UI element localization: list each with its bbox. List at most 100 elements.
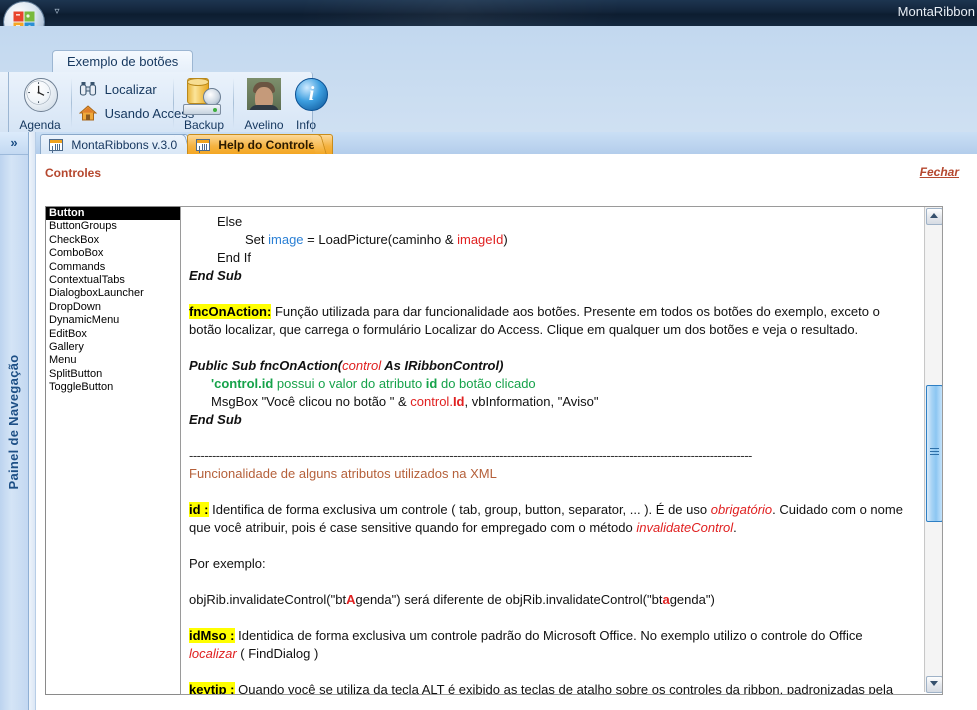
document-tab-label: MontaRibbons v.3.0 xyxy=(71,138,178,152)
form-bottom-filler xyxy=(72,700,977,710)
horizontal-divider: ----------------------------------------… xyxy=(189,448,752,463)
vertical-scrollbar[interactable] xyxy=(924,207,942,693)
document-tab-montaribbons[interactable]: MontaRibbons v.3.0 xyxy=(40,134,189,155)
emphasis-text: a xyxy=(662,592,670,607)
ribbon-button-localizar-label: Localizar xyxy=(104,82,157,97)
title-bar-sheen xyxy=(300,0,700,26)
close-link[interactable]: Fechar xyxy=(920,165,959,179)
page-title: Controles xyxy=(45,166,102,180)
paragraph-text: ( FindDialog ) xyxy=(236,646,319,661)
list-item[interactable]: ComboBox xyxy=(46,247,183,260)
code-token: Public Sub fncOnAction( xyxy=(189,358,343,373)
code-token: id xyxy=(425,376,438,391)
ribbon: Exemplo de botões Agenda Localizar Usand… xyxy=(0,26,977,151)
ribbon-separator xyxy=(71,78,72,128)
ribbon-tab-label: Exemplo de botões xyxy=(67,54,179,69)
keyword-highlight: idMso : xyxy=(189,628,235,643)
code-token: End Sub xyxy=(189,412,242,427)
paragraph-text: genda") xyxy=(669,592,715,607)
list-item[interactable]: Gallery xyxy=(46,341,183,354)
form-surface: Controles Fechar Button ButtonGroups Che… xyxy=(36,154,977,710)
code-line: Else xyxy=(189,213,913,231)
list-item[interactable]: SplitButton xyxy=(46,368,183,381)
ribbon-button-agenda-label: Agenda xyxy=(19,118,61,132)
pane-divider[interactable] xyxy=(29,132,36,710)
paragraph-por-exemplo: Por exemplo: xyxy=(189,556,266,571)
code-line: End Sub xyxy=(189,411,913,429)
application-window: MontaRibbon ▿ Exemplo de botões Agenda L… xyxy=(0,0,977,710)
ribbon-button-info-label: Info xyxy=(295,118,316,132)
list-item[interactable]: ContextualTabs xyxy=(46,274,183,287)
list-item[interactable]: Menu xyxy=(46,354,183,367)
code-token: Set xyxy=(245,232,269,247)
ribbon-separator xyxy=(173,78,174,128)
emphasis-text: invalidateControl xyxy=(636,520,734,535)
navigation-pane-label: Painel de Navegação xyxy=(6,354,21,490)
paragraph-id: id : Identifica de forma exclusiva um co… xyxy=(189,501,913,537)
ribbon-button-info[interactable]: i Info xyxy=(281,76,331,132)
form-grid-icon xyxy=(196,139,210,151)
code-token: 'control.id xyxy=(211,376,274,391)
list-item[interactable]: DynamicMenu xyxy=(46,314,183,327)
code-token-control: control xyxy=(342,358,382,373)
document-tab-bar: MontaRibbons v.3.0 Help do Controles xyxy=(36,132,977,155)
code-token: End If xyxy=(217,250,251,265)
paragraph-idMso: idMso : Identidica de forma exclusiva um… xyxy=(189,627,913,663)
code-line: End If xyxy=(189,249,913,267)
quick-access-toolbar-dropdown-icon[interactable]: ▿ xyxy=(50,5,64,19)
code-token: control. xyxy=(410,394,453,409)
code-line: 'control.id possui o valor do atributo i… xyxy=(189,375,913,393)
controles-listbox[interactable]: Button ButtonGroups CheckBox ComboBox Co… xyxy=(45,206,184,695)
scrollbar-thumb[interactable] xyxy=(926,385,942,522)
paragraph-text: . xyxy=(733,520,737,535)
paragraph-text: Identidica de forma exclusiva um control… xyxy=(234,628,863,643)
title-bar: MontaRibbon ▿ xyxy=(0,0,977,26)
paragraph-text: Função utilizada para dar funcionalidade… xyxy=(189,304,880,337)
code-token: ) xyxy=(503,232,508,247)
help-text-pane[interactable]: Else Set image = LoadPicture(caminho & i… xyxy=(180,206,943,695)
code-token: = LoadPicture(caminho & xyxy=(303,232,458,247)
scrollbar-down-button[interactable] xyxy=(926,676,942,693)
code-token: MsgBox "Você clicou no botão " & xyxy=(211,394,411,409)
list-item[interactable]: Button xyxy=(46,207,183,221)
code-line: End Sub xyxy=(189,267,913,285)
list-item[interactable]: CheckBox xyxy=(46,234,183,247)
ribbon-button-backup[interactable]: Backup xyxy=(175,76,233,132)
navigation-pane-expand-icon[interactable]: » xyxy=(0,132,28,155)
scrollbar-up-button[interactable] xyxy=(926,208,942,225)
list-item[interactable]: DialogboxLauncher xyxy=(46,287,183,300)
list-item[interactable]: Commands xyxy=(46,261,183,274)
code-token: End Sub xyxy=(189,268,242,283)
navigation-pane[interactable]: » Painel de Navegação xyxy=(0,132,29,710)
ribbon-tab-row: Exemplo de botões xyxy=(0,50,977,76)
code-line: Set image = LoadPicture(caminho & imageI… xyxy=(189,231,913,249)
emphasis-text: localizar xyxy=(189,646,237,661)
list-item[interactable]: EditBox xyxy=(46,328,183,341)
code-token: As IRibbonControl) xyxy=(381,358,504,373)
list-item[interactable]: DropDown xyxy=(46,301,183,314)
code-token: possui o valor do atributo xyxy=(273,376,426,391)
document-area: » Painel de Navegação MontaRibbons v.3.0… xyxy=(0,132,977,710)
ribbon-button-backup-label: Backup xyxy=(183,118,225,132)
ribbon-button-localizar[interactable]: Localizar xyxy=(79,79,157,101)
keyword-highlight: keytip : xyxy=(189,682,235,695)
list-item[interactable]: ToggleButton xyxy=(46,381,183,394)
code-line: Public Sub fncOnAction(control As IRibbo… xyxy=(189,357,913,375)
code-token-image: image xyxy=(268,232,304,247)
ribbon-button-agenda[interactable]: Agenda xyxy=(11,76,69,132)
person-photo-icon xyxy=(247,78,281,110)
backup-icon xyxy=(177,76,231,116)
code-token: , vbInformation, "Aviso" xyxy=(464,394,599,409)
code-token-imageid: imageId xyxy=(457,232,504,247)
code-token: Id xyxy=(452,394,465,409)
paragraph-text: Identifica de forma exclusiva um control… xyxy=(208,502,711,517)
paragraph-text: objRib.invalidateControl("bt xyxy=(189,592,347,607)
list-item[interactable]: ButtonGroups xyxy=(46,220,183,233)
